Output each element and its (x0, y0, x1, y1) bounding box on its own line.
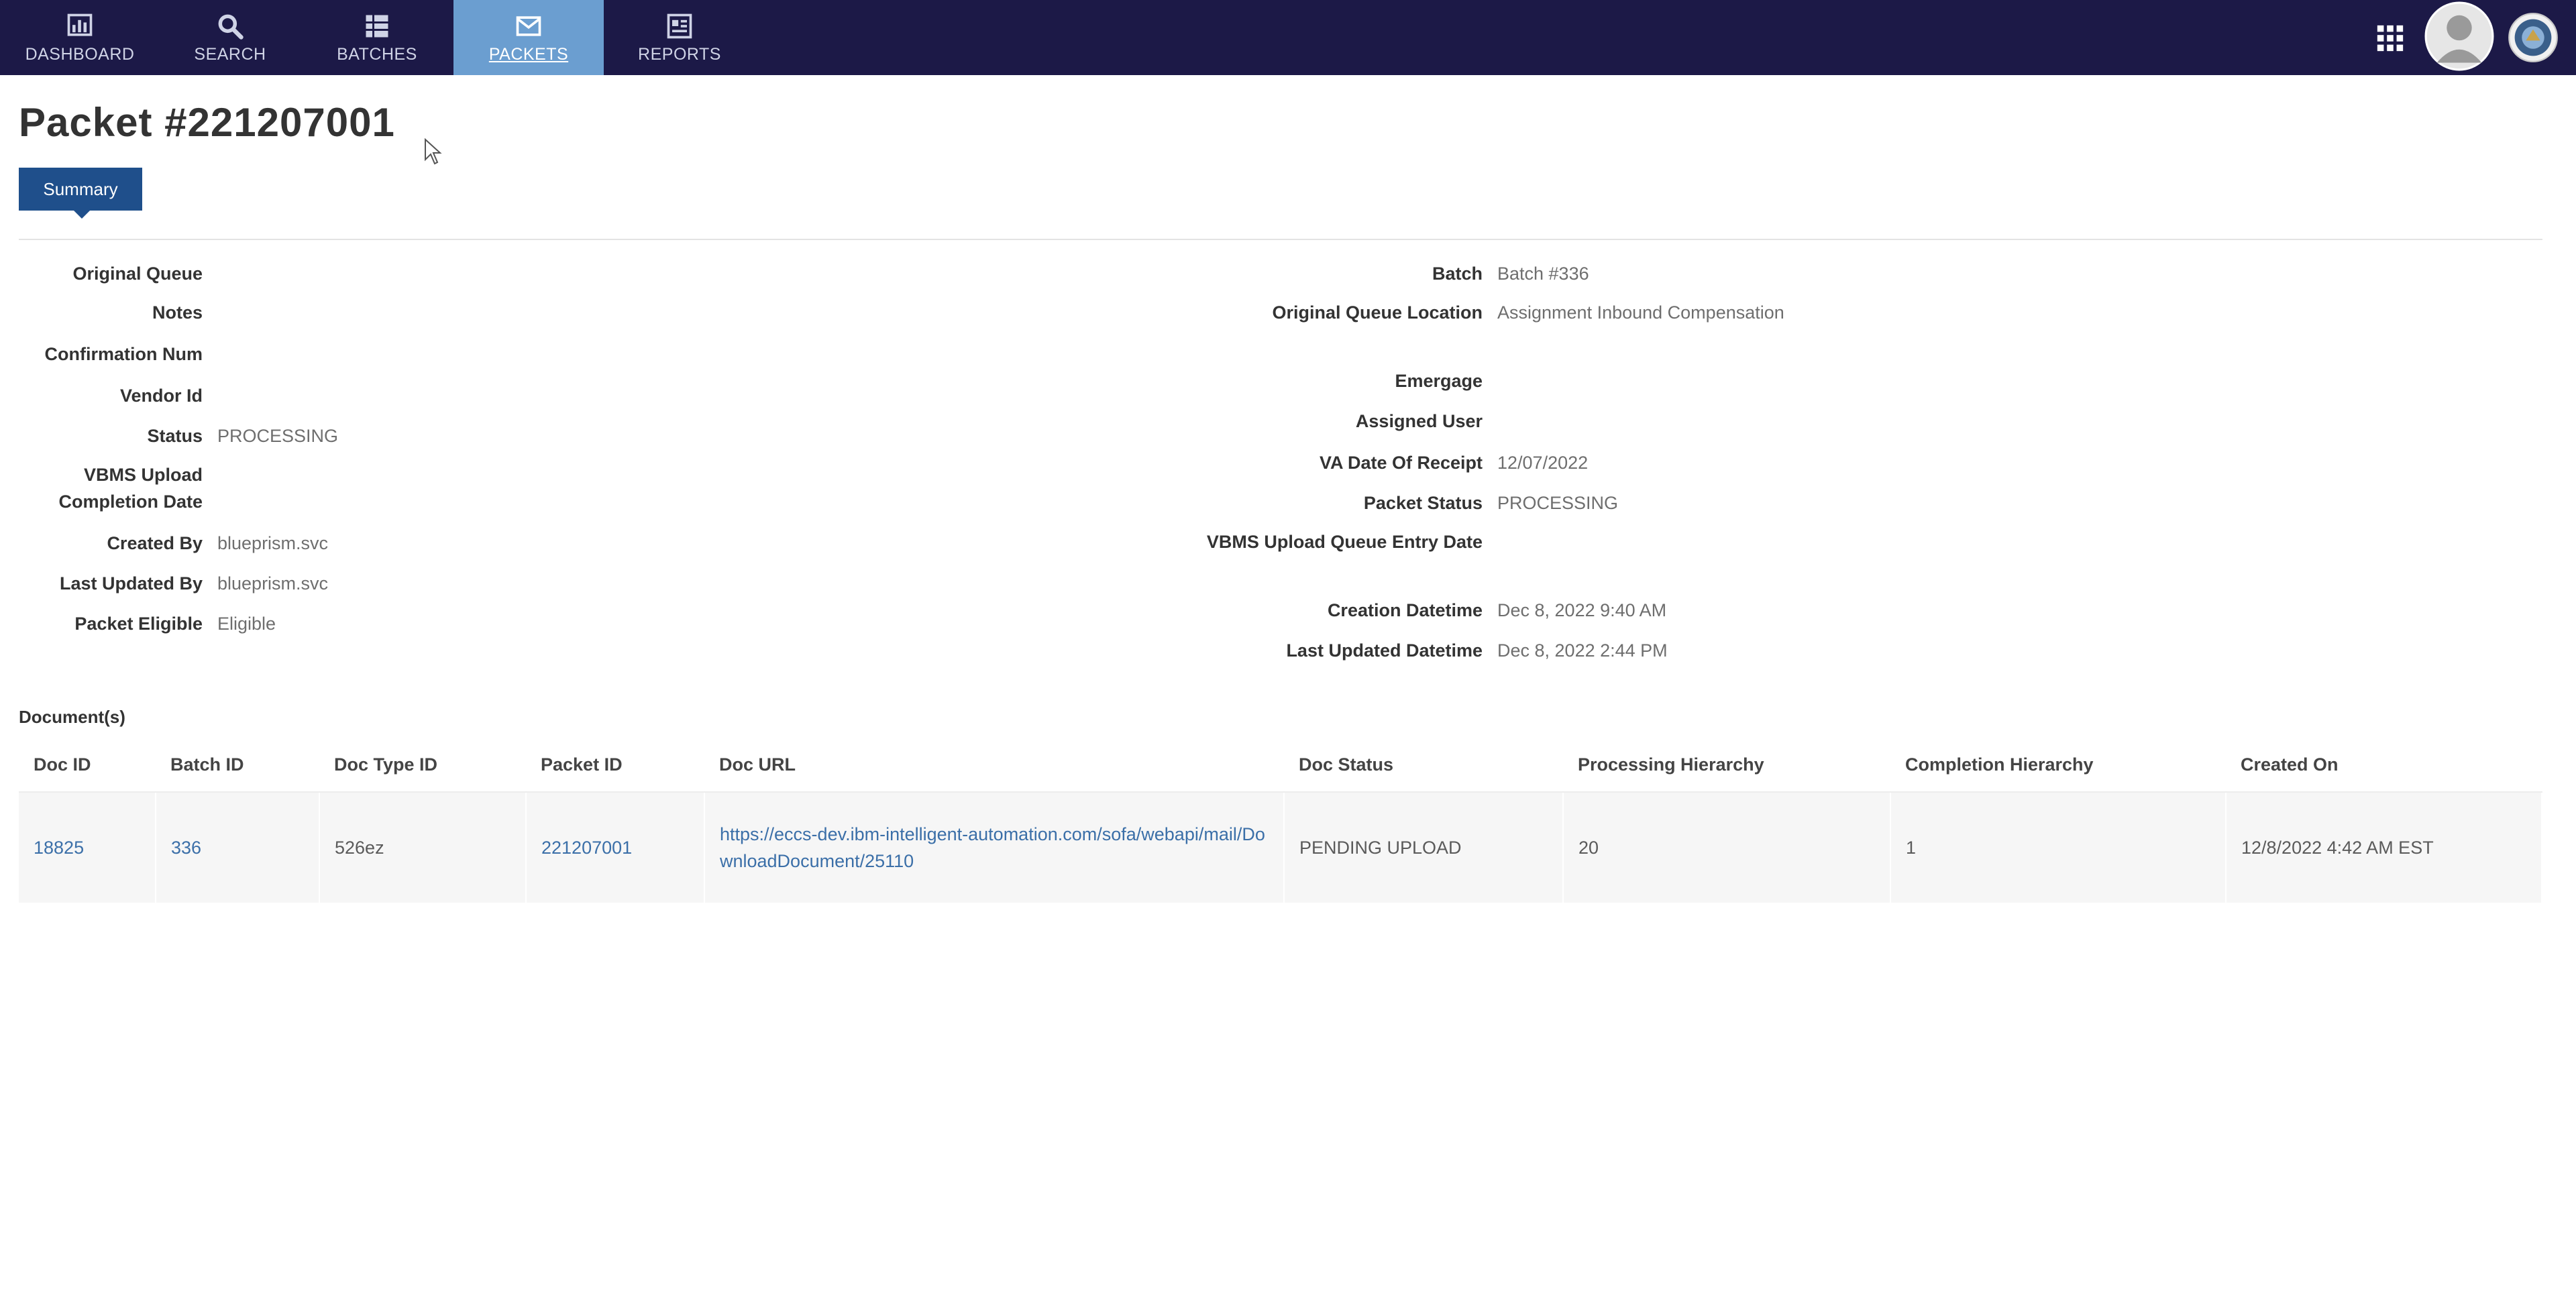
envelope-icon (516, 15, 541, 36)
field-last-updated-by: Last Updated By blueprism.svc (0, 570, 328, 597)
agency-seal-icon[interactable] (2508, 12, 2559, 63)
field-confirmation-num: Confirmation Num (0, 341, 217, 367)
top-navigation-bar: DASHBOARD SEARCH BATCHES PACKETS REPORTS (0, 0, 2576, 75)
batches-grid-icon (366, 15, 388, 37)
doc-url-link[interactable]: https://eccs-dev.ibm-intelligent-automat… (720, 824, 1265, 871)
cell-doc-status: PENDING UPLOAD (1284, 792, 1564, 903)
column-header-doc-status[interactable]: Doc Status (1284, 738, 1563, 793)
field-assigned-user: Assigned User (0, 408, 1497, 435)
column-header-doc-type-id[interactable]: Doc Type ID (319, 738, 526, 793)
cell-doc-url: https://eccs-dev.ibm-intelligent-automat… (704, 792, 1285, 903)
tab-summary[interactable]: Summary (19, 168, 142, 219)
cell-created-on: 12/8/2022 4:42 AM EST (2226, 792, 2542, 903)
column-header-doc-id[interactable]: Doc ID (19, 738, 156, 793)
nav-dashboard[interactable]: DASHBOARD (0, 0, 160, 75)
field-value: Dec 8, 2022 9:40 AM (1497, 600, 1667, 620)
documents-table: Doc ID Batch ID Doc Type ID Packet ID Do… (19, 738, 2542, 903)
page-title: Packet #221207001 (19, 100, 395, 145)
column-header-packet-id[interactable]: Packet ID (526, 738, 704, 793)
nav-search-label: SEARCH (194, 44, 266, 64)
field-label: VA Date Of Receipt (1319, 453, 1483, 473)
field-emergage: Emergage (0, 367, 1497, 394)
column-header-batch-id[interactable]: Batch ID (156, 738, 319, 793)
nav-batches-label: BATCHES (337, 44, 417, 64)
nav-dashboard-label: DASHBOARD (25, 44, 135, 64)
cell-packet-id[interactable]: 221207001 (526, 792, 705, 903)
column-header-completion-hierarchy[interactable]: Completion Hierarchy (1890, 738, 2226, 793)
field-value: Dec 8, 2022 2:44 PM (1497, 640, 1668, 661)
field-label: Original Queue Location (1272, 302, 1483, 323)
cell-doc-id[interactable]: 18825 (19, 792, 156, 903)
field-value: blueprism.svc (217, 573, 329, 593)
field-creation-datetime: Creation Datetime Dec 8, 2022 9:40 AM (0, 597, 1666, 624)
cell-processing-hierarchy: 20 (1563, 792, 1891, 903)
field-label: VBMS Upload Queue Entry Date (1206, 532, 1483, 552)
reports-icon (667, 13, 692, 38)
mouse-cursor-icon (425, 138, 442, 165)
column-header-processing-hierarchy[interactable]: Processing Hierarchy (1563, 738, 1890, 793)
field-value: 12/07/2022 (1497, 453, 1589, 473)
field-vbms-upload-queue-entry-date: VBMS Upload Queue Entry Date (0, 528, 1497, 555)
section-divider (19, 239, 2542, 240)
column-header-doc-url[interactable]: Doc URL (704, 738, 1284, 793)
field-label: Packet Status (1363, 493, 1483, 513)
field-label: Emergage (1395, 371, 1483, 391)
cell-completion-hierarchy: 1 (1890, 792, 2226, 903)
search-icon (218, 14, 244, 40)
nav-packets[interactable]: PACKETS (453, 0, 604, 75)
apps-grid-icon[interactable] (2375, 23, 2406, 54)
field-last-updated-datetime: Last Updated Datetime Dec 8, 2022 2:44 P… (0, 637, 1668, 664)
nav-reports-label: REPORTS (638, 44, 721, 64)
nav-packets-label: PACKETS (488, 44, 569, 64)
cell-doc-type-id: 526ez (319, 792, 527, 903)
field-label: Last Updated By (59, 573, 203, 593)
cell-batch-id[interactable]: 336 (156, 792, 320, 903)
field-packet-status: Packet Status PROCESSING (0, 490, 1618, 516)
field-label: Assigned User (1355, 411, 1483, 431)
field-label: Confirmation Num (44, 344, 203, 364)
field-value: Assignment Inbound Compensation (1497, 302, 1784, 323)
field-value: PROCESSING (1497, 493, 1619, 513)
nav-search[interactable]: SEARCH (160, 0, 301, 75)
nav-batches[interactable]: BATCHES (301, 0, 453, 75)
field-label: Last Updated Datetime (1286, 640, 1483, 661)
documents-heading: Document(s) (19, 707, 125, 727)
field-original-queue-location: Original Queue Location Assignment Inbou… (0, 299, 1784, 326)
dashboard-chart-icon (67, 13, 93, 36)
table-header-row: Doc ID Batch ID Doc Type ID Packet ID Do… (19, 738, 2542, 793)
field-label: Batch (1432, 264, 1483, 284)
user-avatar[interactable] (2424, 1, 2494, 71)
field-value: Batch #336 (1497, 264, 1589, 284)
column-header-created-on[interactable]: Created On (2226, 738, 2542, 793)
field-va-date-of-receipt: VA Date Of Receipt 12/07/2022 (0, 449, 1588, 476)
nav-reports[interactable]: REPORTS (604, 0, 755, 75)
field-batch: Batch Batch #336 (0, 260, 1589, 287)
table-row: 18825 336 526ez 221207001 https://eccs-d… (19, 792, 2542, 903)
field-label: Creation Datetime (1327, 600, 1483, 620)
